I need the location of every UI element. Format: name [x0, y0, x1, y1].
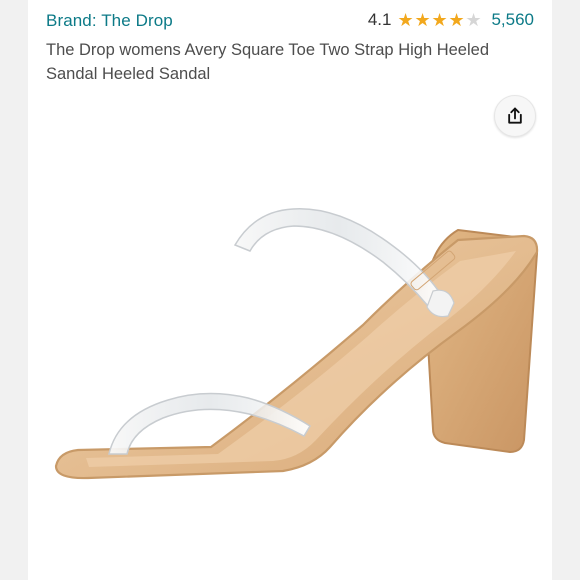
- star-icon: ★: [414, 10, 431, 30]
- rating-summary[interactable]: 4.1 ★ ★ ★ ★ ★ 5,560: [368, 10, 534, 30]
- share-button[interactable]: [494, 95, 536, 137]
- share-icon: [508, 107, 522, 124]
- screenshot-frame: Brand: The Drop 4.1 ★ ★ ★ ★ ★ 5,560 The …: [0, 0, 580, 580]
- star-icon: ★: [448, 10, 465, 30]
- star-icon: ★: [431, 10, 448, 30]
- review-count-link[interactable]: 5,560: [491, 10, 534, 30]
- sandal-image: [54, 208, 539, 480]
- brand-link[interactable]: Brand: The Drop: [46, 11, 173, 31]
- product-image[interactable]: [28, 140, 552, 580]
- product-header: Brand: The Drop 4.1 ★ ★ ★ ★ ★ 5,560 The …: [28, 0, 552, 88]
- product-card: Brand: The Drop 4.1 ★ ★ ★ ★ ★ 5,560 The …: [28, 0, 552, 580]
- product-title: The Drop womens Avery Square Toe Two Str…: [46, 41, 489, 83]
- star-icon: ★: [397, 10, 414, 30]
- rating-value: 4.1: [367, 10, 392, 29]
- star-icon: ★: [465, 11, 481, 29]
- star-rating: ★ ★ ★ ★ ★: [397, 11, 481, 29]
